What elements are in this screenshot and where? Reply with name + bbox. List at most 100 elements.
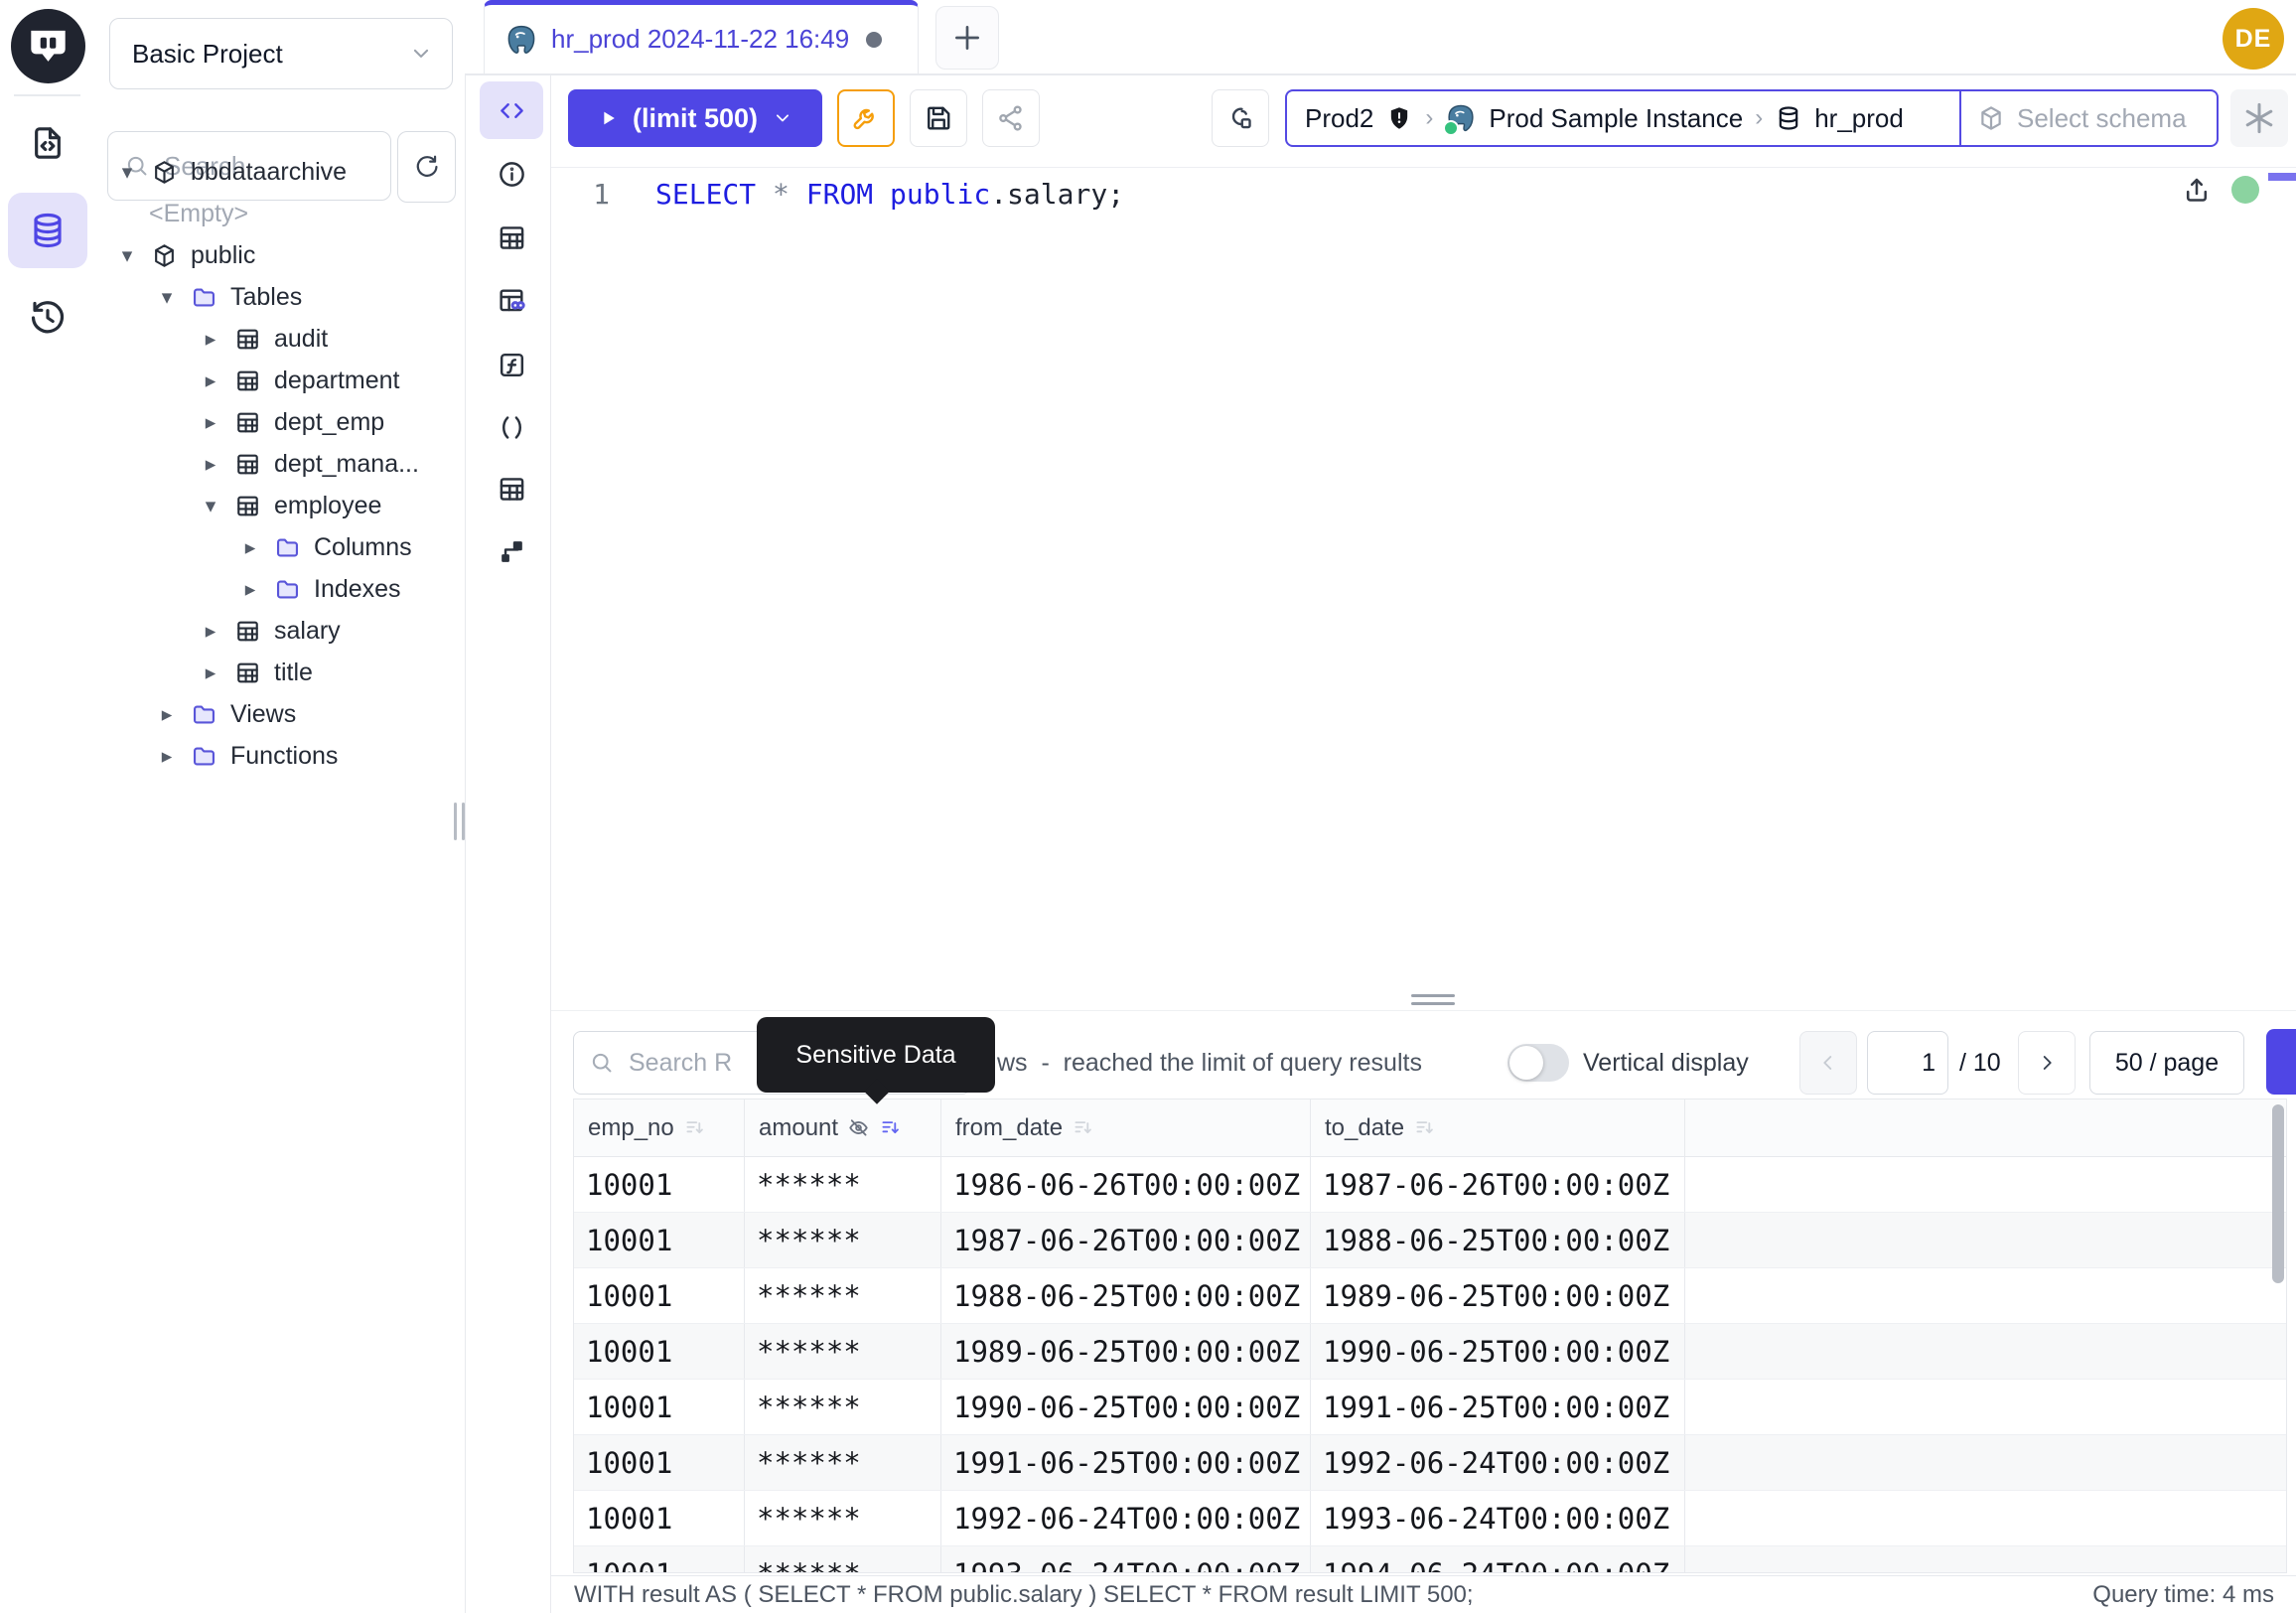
tree-item-salary[interactable]: ▸salary	[95, 610, 465, 652]
tree-item-views[interactable]: ▸Views	[95, 693, 465, 735]
column-header-to_date[interactable]: to_date	[1311, 1100, 1685, 1156]
rail-item-history[interactable]	[8, 280, 87, 356]
table-cell: 1989-06-25T00:00:00Z	[1311, 1268, 1685, 1323]
panel-resize-handle[interactable]	[1411, 994, 1455, 1010]
strip-item-views[interactable]	[480, 460, 543, 517]
sort-active-icon[interactable]	[879, 1116, 902, 1139]
connection-breadcrumb[interactable]: Prod2 › Prod Sample Instance › hr_prod S…	[1285, 89, 2219, 147]
table-row[interactable]: 10001******1989-06-25T00:00:00Z1990-06-2…	[574, 1324, 2286, 1380]
cube-icon	[1977, 104, 2005, 132]
strip-item-info[interactable]	[480, 145, 543, 203]
caret-right-icon[interactable]: ▸	[201, 454, 220, 475]
chevron-right-icon	[2035, 1051, 2059, 1075]
caret-down-icon[interactable]: ▾	[157, 287, 177, 308]
rail-item-databases[interactable]	[8, 193, 87, 268]
table-grid-icon	[234, 451, 261, 478]
table-row[interactable]: 10001******1990-06-25T00:00:00Z1991-06-2…	[574, 1380, 2286, 1435]
new-tab-button[interactable]	[935, 6, 999, 70]
connection-button[interactable]	[1212, 89, 1269, 147]
table-row[interactable]: 10001******1988-06-25T00:00:00Z1989-06-2…	[574, 1268, 2286, 1324]
table-grid-icon	[234, 367, 261, 394]
worksheet-tab[interactable]: hr_prod 2024-11-22 16:49	[484, 0, 919, 73]
tree-item-label: employee	[274, 492, 381, 520]
caret-right-icon[interactable]: ▸	[201, 412, 220, 433]
sql-token	[873, 178, 890, 211]
page-size-select[interactable]: 50 / page	[2089, 1031, 2244, 1095]
tree-item-public[interactable]: ▾public	[95, 234, 465, 276]
avatar[interactable]: DE	[2223, 8, 2284, 70]
table-cell: 1992-06-24T00:00:00Z	[1311, 1435, 1685, 1490]
strip-item-code[interactable]	[480, 81, 543, 139]
breadcrumb-connection-path[interactable]: Prod2 › Prod Sample Instance › hr_prod	[1287, 91, 1959, 145]
tree-item-dept-emp[interactable]: ▸dept_emp	[95, 401, 465, 443]
schema-selector[interactable]: Select schema	[1961, 91, 2217, 145]
caret-right-icon[interactable]: ▸	[201, 370, 220, 391]
share-button[interactable]	[982, 89, 1040, 147]
table-grid-icon	[234, 618, 261, 645]
export-button-partial[interactable]	[2266, 1029, 2296, 1095]
table-row[interactable]: 10001******1991-06-25T00:00:00Z1992-06-2…	[574, 1435, 2286, 1491]
caret-down-icon[interactable]: ▾	[117, 245, 137, 266]
cube-icon	[151, 159, 178, 186]
column-header-amount[interactable]: amount	[745, 1100, 941, 1156]
tree-item-dept-mana[interactable]: ▸dept_mana...	[95, 443, 465, 485]
strip-item-external-tables[interactable]	[480, 271, 543, 329]
tree-item-functions[interactable]: ▸Functions	[95, 735, 465, 777]
tree-item-bbdataarchive[interactable]: ▾bbdataarchive	[95, 151, 465, 193]
strip-item-procedures[interactable]	[480, 398, 543, 456]
caret-right-icon[interactable]: ▸	[240, 537, 260, 558]
sql-editor-line[interactable]: SELECT * FROM public.salary;	[655, 178, 1124, 211]
caret-down-icon[interactable]: ▾	[201, 496, 220, 516]
tree-item-employee[interactable]: ▾ employee	[95, 485, 465, 526]
strip-item-functions[interactable]	[480, 336, 543, 393]
next-page-button[interactable]	[2018, 1031, 2076, 1095]
upload-icon[interactable]	[2181, 174, 2213, 206]
table-row[interactable]: 10001******1992-06-24T00:00:00Z1993-06-2…	[574, 1491, 2286, 1546]
previous-page-button[interactable]	[1799, 1031, 1857, 1095]
column-header-from_date[interactable]: from_date	[941, 1100, 1311, 1156]
caret-down-icon[interactable]: ▾	[117, 162, 137, 183]
project-selector[interactable]: Basic Project	[109, 18, 453, 89]
table-scrollbar[interactable]	[2272, 1104, 2284, 1283]
column-header-emp_no[interactable]: emp_no	[574, 1100, 745, 1156]
tree-item-indexes[interactable]: ▸Indexes	[95, 568, 465, 610]
save-button[interactable]	[910, 89, 967, 147]
ai-assistant-button[interactable]	[2230, 89, 2288, 147]
folder-icon	[191, 284, 217, 311]
tree-item-tables[interactable]: ▾Tables	[95, 276, 465, 318]
eye-off-icon[interactable]	[847, 1116, 870, 1139]
tree-item-audit[interactable]: ▸audit	[95, 318, 465, 360]
sort-icon[interactable]	[683, 1116, 706, 1139]
table-row[interactable]: 10001******1993-06-24T00:00:00Z1994-06-2…	[574, 1546, 2286, 1573]
table-row[interactable]: 10001******1987-06-26T00:00:00Z1988-06-2…	[574, 1213, 2286, 1268]
format-sql-button[interactable]	[837, 89, 895, 147]
strip-item-diagram[interactable]	[480, 522, 543, 580]
caret-right-icon[interactable]: ▸	[157, 704, 177, 725]
vertical-display-toggle[interactable]	[1507, 1044, 1569, 1082]
current-page-input[interactable]: 1	[1867, 1031, 1948, 1095]
caret-right-icon[interactable]: ▸	[201, 329, 220, 350]
instance-label: Prod Sample Instance	[1489, 103, 1743, 134]
caret-right-icon[interactable]: ▸	[201, 662, 220, 683]
caret-right-icon[interactable]: ▸	[240, 579, 260, 600]
tree-item-department[interactable]: ▸department	[95, 360, 465, 401]
caret-right-icon[interactable]: ▸	[201, 621, 220, 642]
rail-item-worksheets[interactable]	[8, 105, 87, 181]
sidebar-resize-handle[interactable]	[454, 803, 465, 840]
sql-token: SELECT	[655, 178, 756, 211]
app-logo-icon[interactable]	[11, 9, 85, 83]
tree-item-columns[interactable]: ▸Columns	[95, 526, 465, 568]
editor-overview-ruler-mark	[2268, 173, 2296, 181]
table-cell: ******	[745, 1268, 941, 1323]
sort-icon[interactable]	[1072, 1116, 1094, 1139]
tab-bar: hr_prod 2024-11-22 16:49 DE	[465, 0, 2296, 75]
sql-token: .	[990, 178, 1007, 211]
strip-item-tables[interactable]	[480, 209, 543, 266]
caret-right-icon[interactable]: ▸	[157, 746, 177, 767]
tree-item-empty[interactable]: <Empty>	[95, 193, 465, 234]
sort-icon[interactable]	[1413, 1116, 1436, 1139]
run-query-button[interactable]: (limit 500)	[568, 89, 822, 147]
results-panel-divider	[551, 1010, 2296, 1011]
table-row[interactable]: 10001******1986-06-26T00:00:00Z1987-06-2…	[574, 1157, 2286, 1213]
tree-item-title[interactable]: ▸title	[95, 652, 465, 693]
